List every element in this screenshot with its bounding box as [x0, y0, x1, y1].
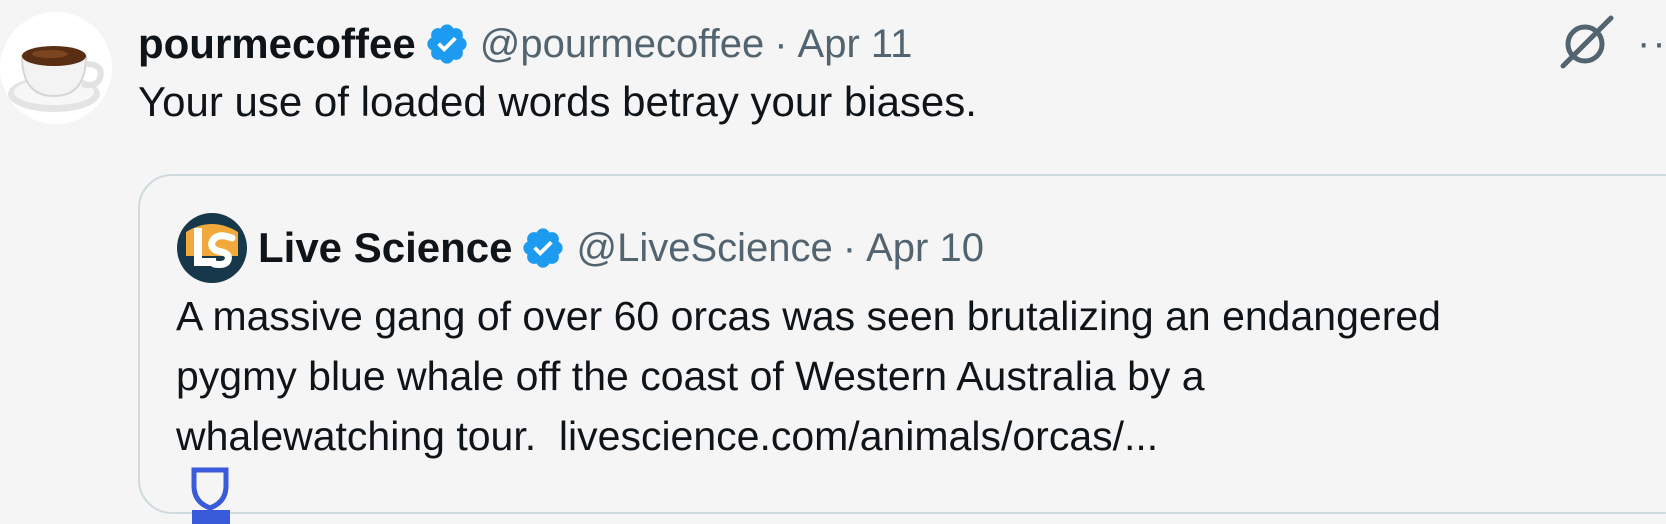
more-icon[interactable]: ·· [1637, 23, 1666, 63]
quoted-text-line: pygmy blue whale off the coast of Wester… [176, 353, 1205, 399]
quoted-tweet-card[interactable]: Live Science @LiveScience · Apr 10 A mas… [138, 174, 1666, 524]
verified-badge-icon [520, 225, 566, 271]
extension-badges: ? [190, 466, 1576, 524]
grok-icon[interactable] [1555, 12, 1617, 74]
tweet-actions-top: ·· [1555, 12, 1666, 74]
tweet-header: pourmecoffee @pourmecoffee · Apr 11 [138, 14, 912, 74]
tweet-text: Your use of loaded words betray your bia… [138, 78, 977, 125]
question-badge[interactable]: ? [192, 510, 230, 524]
tweet-date[interactable]: Apr 11 [798, 22, 913, 67]
quoted-tweet-date[interactable]: Apr 10 [866, 226, 984, 271]
quoted-text-line-last: whalewatching tour. livescience.com/anim… [176, 406, 1576, 524]
quoted-text-line: whalewatching tour. [176, 413, 537, 459]
live-science-logo[interactable] [176, 212, 248, 284]
shield-icon[interactable] [190, 466, 230, 511]
coffee-cup-avatar-icon [0, 12, 112, 124]
separator-dot: · [842, 225, 857, 270]
separator-dot: · [774, 21, 788, 66]
quoted-author-name[interactable]: Live Science [258, 224, 512, 272]
tweet[interactable]: pourmecoffee @pourmecoffee · Apr 11 Your… [0, 0, 1666, 524]
avatar[interactable] [0, 12, 112, 124]
quoted-text-line: A massive gang of over 60 orcas was seen… [176, 293, 1441, 339]
author-handle[interactable]: @pourmecoffee [480, 22, 764, 67]
author-name[interactable]: pourmecoffee [138, 20, 416, 68]
quoted-tweet-text: A massive gang of over 60 orcas was seen… [176, 286, 1576, 524]
verified-badge-icon [424, 21, 470, 67]
article-link[interactable]: livescience.com/animals/orcas/... [559, 413, 1158, 459]
quoted-author-handle[interactable]: @LiveScience [576, 226, 832, 271]
quoted-tweet-header: Live Science @LiveScience · Apr 10 [176, 212, 984, 284]
